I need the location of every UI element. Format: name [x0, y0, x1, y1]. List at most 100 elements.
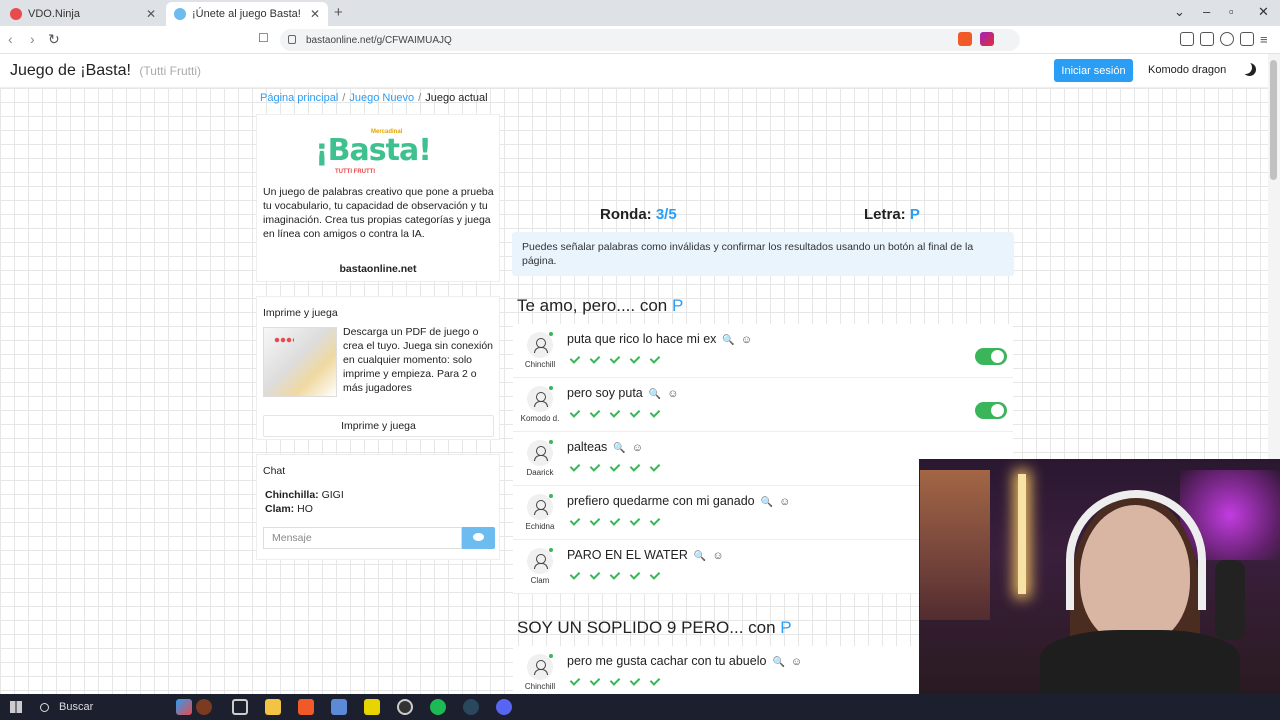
search-icon[interactable]: 🔍 — [613, 443, 625, 454]
check-icon — [569, 354, 581, 364]
new-tab-icon[interactable]: + — [334, 4, 343, 21]
reload-icon[interactable]: ↻ — [48, 31, 60, 48]
taskbar-search-label: Buscar — [59, 701, 94, 713]
breadcrumb-home-link[interactable]: Página principal — [260, 92, 338, 104]
check-icon — [609, 462, 621, 472]
leo-ai-icon[interactable] — [1220, 32, 1234, 46]
round-indicator: Ronda: 3/5 — [600, 206, 677, 223]
player-name: Daarick — [526, 468, 554, 477]
scrollbar-thumb[interactable] — [1270, 60, 1277, 180]
search-icon[interactable]: 🔍 — [772, 657, 784, 668]
close-tab-icon[interactable]: ✕ — [146, 7, 156, 21]
category-letter: P — [671, 296, 684, 315]
vote-checks — [569, 408, 661, 418]
site-title: Juego de ¡Basta! — [10, 62, 131, 79]
brave-browser-icon[interactable] — [298, 699, 314, 715]
emoji-react-icon[interactable]: ☺ — [779, 496, 790, 508]
file-explorer-icon[interactable] — [265, 699, 281, 715]
vote-checks — [569, 354, 661, 364]
breadcrumb-new-game-link[interactable]: Juego Nuevo — [349, 92, 414, 104]
windows-start-icon[interactable] — [10, 701, 22, 713]
round-value: 3/5 — [655, 206, 677, 223]
widget-icon[interactable] — [176, 699, 192, 715]
tab-title: ¡Únete al juego Basta! — [192, 8, 301, 20]
tab-search-icon[interactable]: ⌄ — [1174, 4, 1185, 20]
logo-main-text: ¡Basta! — [315, 133, 432, 168]
print-preview-image[interactable] — [263, 327, 337, 397]
tab-vdo-ninja[interactable]: VDO.Ninja ✕ — [2, 2, 164, 26]
user-avatar-icon — [527, 654, 553, 680]
close-tab-icon[interactable]: ✕ — [310, 7, 320, 21]
print-and-play-button[interactable]: Imprime y juega — [263, 415, 494, 437]
close-window-icon[interactable]: ✕ — [1258, 4, 1269, 20]
chat-message: Clam: HO — [265, 503, 313, 515]
check-icon — [569, 570, 581, 580]
username-label[interactable]: Komodo dragon — [1148, 64, 1226, 76]
valid-toggle[interactable] — [975, 402, 1007, 419]
check-icon — [589, 676, 601, 686]
tab-basta[interactable]: ¡Únete al juego Basta! ✕ — [166, 2, 328, 26]
user-avatar-icon — [527, 386, 553, 412]
check-icon — [649, 462, 661, 472]
bookmark-icon[interactable]: ☐ — [258, 31, 269, 45]
discord-icon[interactable] — [496, 699, 512, 715]
search-icon[interactable]: 🔍 — [761, 497, 773, 508]
search-icon[interactable]: 🔍 — [694, 551, 706, 562]
url-field[interactable]: bastaonline.net/g/CFWAIMUAJQ — [280, 29, 1020, 51]
webcam-person-body — [1040, 630, 1240, 700]
about-card: Mercadinal ¡Basta! TUTTI FRUTTI Un juego… — [256, 114, 500, 282]
player-name: Clam — [530, 576, 550, 585]
vote-checks — [569, 516, 661, 526]
emoji-react-icon[interactable]: ☺ — [741, 334, 752, 346]
check-icon — [649, 570, 661, 580]
emoji-react-icon[interactable]: ☺ — [667, 388, 678, 400]
user-avatar-icon — [527, 494, 553, 520]
brave-rewards-icon[interactable] — [980, 32, 994, 46]
emoji-react-icon[interactable]: ☺ — [632, 442, 643, 454]
webcam-microphone — [1215, 560, 1245, 640]
chat-user: Chinchilla: — [265, 489, 319, 501]
menu-icon[interactable]: ≡ — [1260, 32, 1274, 47]
chat-send-button[interactable] — [462, 527, 495, 549]
sticky-notes-icon[interactable] — [364, 699, 380, 715]
taskbar-search[interactable]: Buscar — [34, 694, 174, 720]
url-text: bastaonline.net/g/CFWAIMUAJQ — [306, 34, 452, 46]
login-button[interactable]: Iniciar sesión — [1054, 59, 1133, 82]
emoji-react-icon[interactable]: ☺ — [712, 550, 723, 562]
chat-text: GIGI — [321, 489, 344, 501]
search-icon[interactable]: 🔍 — [649, 389, 661, 400]
dark-mode-icon[interactable] — [1243, 63, 1256, 76]
category-name: SOY UN SOPLIDO 9 PERO... con — [517, 618, 776, 637]
vpn-icon[interactable] — [1240, 32, 1254, 46]
check-icon — [569, 676, 581, 686]
answer-text: palteas — [567, 440, 608, 454]
task-view-icon[interactable] — [232, 699, 248, 715]
check-icon — [589, 516, 601, 526]
app-window-icon[interactable] — [331, 699, 347, 715]
lock-icon — [288, 35, 296, 44]
check-icon — [649, 408, 661, 418]
vote-checks — [569, 462, 661, 472]
check-icon — [629, 570, 641, 580]
steam-icon[interactable] — [463, 699, 479, 715]
football-icon[interactable] — [196, 699, 212, 715]
chat-message-input[interactable]: Mensaje — [263, 527, 462, 549]
online-indicator — [549, 494, 553, 498]
sidebar-icon[interactable] — [1180, 32, 1194, 46]
tab-title: VDO.Ninja — [28, 8, 80, 20]
site-subtitle: (Tutti Frutti) — [139, 64, 201, 78]
obs-icon[interactable] — [397, 699, 413, 715]
minimize-icon[interactable]: – — [1203, 4, 1210, 19]
back-icon[interactable]: ‹ — [8, 31, 13, 47]
answer-word: puta que rico lo hace mi ex 🔍 ☺ — [567, 332, 752, 346]
emoji-react-icon[interactable]: ☺ — [791, 656, 802, 668]
search-icon[interactable]: 🔍 — [722, 335, 734, 346]
spotify-icon[interactable] — [430, 699, 446, 715]
forward-icon[interactable]: › — [30, 31, 35, 47]
check-icon — [649, 676, 661, 686]
wallet-icon[interactable] — [1200, 32, 1214, 46]
valid-toggle[interactable] — [975, 348, 1007, 365]
maximize-icon[interactable]: ▫ — [1229, 4, 1234, 19]
brave-shield-icon[interactable] — [958, 32, 972, 46]
search-icon — [40, 702, 49, 712]
